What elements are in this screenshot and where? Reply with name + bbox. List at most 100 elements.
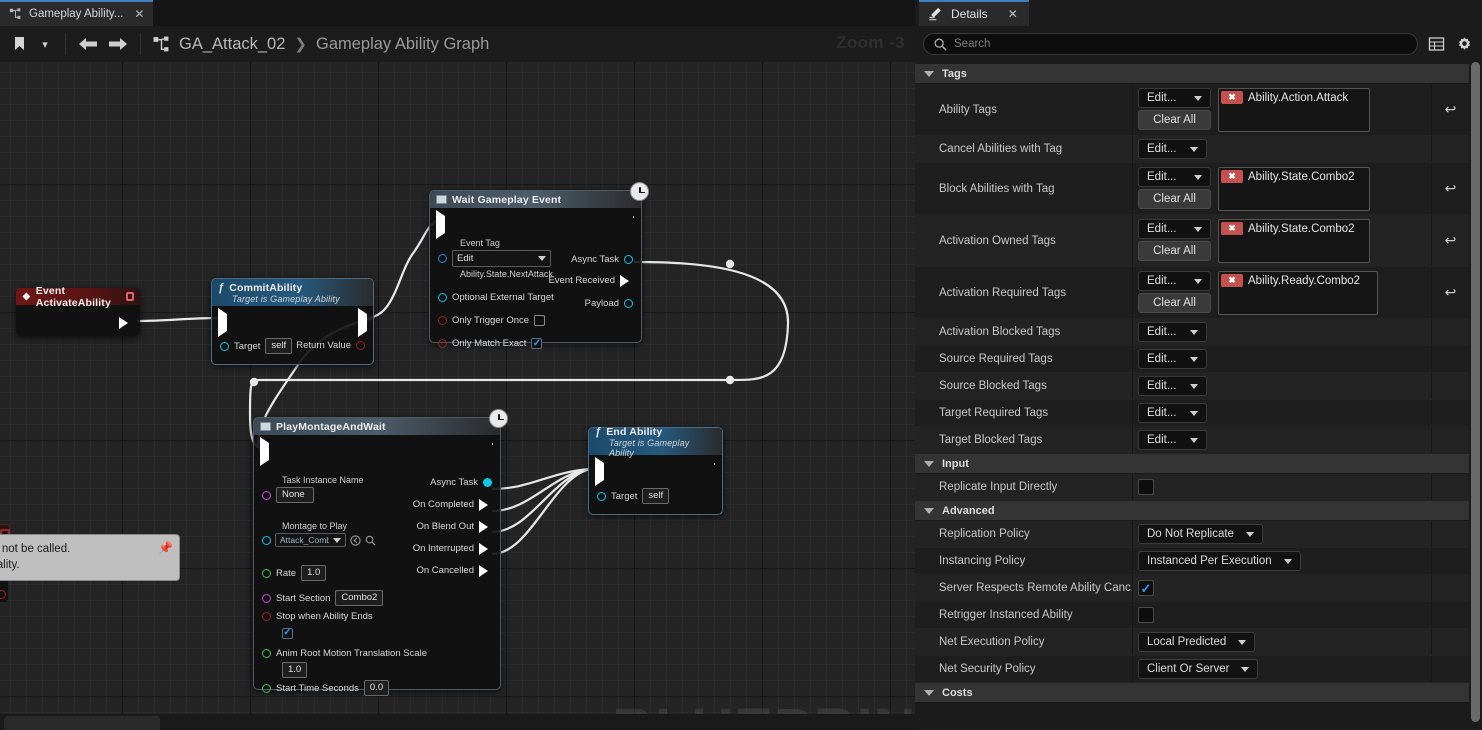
bool-pin-only-trigger-once[interactable] — [438, 316, 447, 325]
edit-dropdown-source-required-tags[interactable]: Edit... — [1138, 349, 1207, 369]
dropdown-instancing-policy[interactable]: Instanced Per Execution — [1138, 551, 1301, 571]
tab-close-icon[interactable]: ✕ — [134, 8, 144, 20]
rate-value-field[interactable]: 1.0 — [301, 565, 327, 581]
dropdown-net-security-policy[interactable]: Client Or Server — [1138, 659, 1259, 679]
edit-dropdown-activation-owned-tags[interactable]: Edit... — [1138, 219, 1211, 239]
struct-pin-payload[interactable] — [624, 299, 633, 308]
tag-chip[interactable]: ✖ Ability.Ready.Combo2 — [1221, 274, 1375, 287]
target-value-field[interactable]: self — [642, 488, 670, 504]
checkbox-server-respects-remote-ability-cancellation[interactable] — [1138, 580, 1154, 596]
exec-input-pin[interactable] — [595, 457, 604, 486]
object-pin-optional-external-target[interactable] — [438, 293, 447, 302]
clear-all-button-activation-required-tags[interactable]: Clear All — [1138, 293, 1211, 313]
target-value-field[interactable]: self — [265, 338, 293, 354]
bool-pin-return-value[interactable] — [356, 341, 365, 350]
bookmark-dropdown-button[interactable]: ▾ — [32, 30, 58, 58]
revert-button[interactable]: ↩ — [1431, 163, 1469, 214]
event-tag-edit-dropdown[interactable]: Edit — [452, 250, 551, 267]
edit-dropdown-source-blocked-tags[interactable]: Edit... — [1138, 376, 1207, 396]
edit-dropdown-activation-blocked-tags[interactable]: Edit... — [1138, 322, 1207, 342]
edit-dropdown-cancel-abilities-with-tag[interactable]: Edit... — [1138, 139, 1207, 159]
tab-gameplay-ability-graph[interactable]: Gameplay Ability... ✕ — [0, 0, 154, 26]
checkbox-replicate-input-directly[interactable] — [1138, 479, 1154, 495]
anim-root-motion-value-field[interactable]: 1.0 — [282, 662, 308, 678]
breadcrumb-graph[interactable]: Gameplay Ability Graph — [316, 35, 489, 54]
object-pin-montage-to-play[interactable] — [262, 535, 271, 545]
back-button[interactable] — [73, 30, 103, 58]
settings-button[interactable] — [1455, 35, 1474, 54]
object-pin-target[interactable] — [220, 341, 229, 351]
dropdown-replication-policy[interactable]: Do Not Replicate — [1138, 524, 1263, 544]
bookmark-button[interactable] — [6, 30, 32, 58]
remove-tag-icon[interactable]: ✖ — [1221, 91, 1243, 104]
edit-dropdown-target-blocked-tags[interactable]: Edit... — [1138, 430, 1207, 450]
status-bar-pill[interactable] — [4, 716, 160, 730]
event-delegate-pin[interactable] — [125, 292, 134, 301]
exec-output-pin-on-completed[interactable] — [479, 498, 488, 511]
exec-output-pin-on-interrupted[interactable] — [479, 542, 488, 555]
exec-output-pin[interactable] — [119, 316, 128, 329]
exec-output-pin-event-received[interactable] — [620, 274, 629, 287]
checkbox-stop-when-ability-ends[interactable] — [282, 627, 293, 639]
start-section-value-field[interactable]: Combo2 — [335, 590, 384, 606]
edit-dropdown-target-required-tags[interactable]: Edit... — [1138, 403, 1207, 423]
checkbox-only-match-exact[interactable] — [531, 338, 543, 349]
tag-chip[interactable]: ✖ Ability.State.Combo2 — [1221, 222, 1367, 235]
checkbox-only-trigger-once[interactable] — [534, 315, 546, 326]
breadcrumb-asset[interactable]: GA_Attack_02 — [179, 35, 285, 54]
name-pin-start-section[interactable] — [262, 593, 271, 603]
dropdown-net-execution-policy[interactable]: Local Predicted — [1138, 632, 1256, 652]
exec-output-pin-on-blend-out[interactable] — [479, 520, 488, 533]
tag-list-ability-tags[interactable]: ✖ Ability.Action.Attack — [1218, 88, 1370, 132]
details-tab-close-icon[interactable]: ✕ — [1008, 7, 1018, 21]
browse-asset-icon[interactable] — [365, 535, 376, 546]
start-time-value-field[interactable]: 0.0 — [363, 680, 390, 696]
exec-input-pin[interactable] — [260, 437, 269, 466]
remove-tag-icon[interactable]: ✖ — [1221, 222, 1243, 235]
exec-output-pin[interactable] — [358, 308, 367, 337]
bool-pin-only-match-exact[interactable] — [438, 339, 447, 348]
forward-button[interactable] — [103, 30, 133, 58]
category-header-tags[interactable]: Tags — [915, 64, 1469, 84]
revert-button[interactable]: ↩ — [1431, 84, 1469, 135]
category-header-input[interactable]: Input — [915, 454, 1469, 474]
object-pin-target[interactable] — [597, 491, 606, 501]
float-pin-anim-root-motion[interactable] — [262, 649, 271, 658]
name-pin-task-instance-name[interactable] — [262, 490, 271, 500]
clear-all-button-block-abilities-with-tag[interactable]: Clear All — [1138, 189, 1211, 209]
tag-list-activation-owned-tags[interactable]: ✖ Ability.State.Combo2 — [1218, 219, 1370, 263]
revert-button[interactable]: ↩ — [1431, 267, 1469, 318]
graph-canvas[interactable]: BLUEPRINT — [0, 62, 915, 714]
remove-tag-icon[interactable]: ✖ — [1221, 274, 1243, 287]
category-header-costs[interactable]: Costs — [915, 683, 1469, 703]
object-pin-async-task[interactable] — [624, 255, 633, 264]
tag-chip[interactable]: ✖ Ability.Action.Attack — [1221, 91, 1367, 104]
checkbox-retrigger-instanced-ability[interactable] — [1138, 607, 1154, 623]
node-wait-gameplay-event[interactable]: Wait Gameplay Event Event Tag Edit Abili… — [429, 182, 649, 349]
tag-list-block-abilities-with-tag[interactable]: ✖ Ability.State.Combo2 — [1218, 167, 1370, 211]
node-play-montage-and-wait[interactable]: PlayMontageAndWait Task Instance Name No… — [253, 409, 508, 696]
bool-pin-stop-when-ability-ends[interactable] — [262, 612, 271, 621]
gameplay-tag-pin-event-tag[interactable] — [438, 254, 447, 263]
clear-all-button-activation-owned-tags[interactable]: Clear All — [1138, 241, 1211, 261]
task-instance-name-field[interactable]: None — [276, 487, 314, 503]
tag-list-activation-required-tags[interactable]: ✖ Ability.Ready.Combo2 — [1218, 271, 1378, 315]
exec-input-pin[interactable] — [218, 308, 227, 337]
revert-button[interactable]: ↩ — [1431, 215, 1469, 266]
float-pin-start-time-seconds[interactable] — [262, 683, 271, 693]
property-list[interactable]: Tags Ability Tags Edit... Clear All ✖ Ab… — [915, 64, 1469, 730]
edit-dropdown-ability-tags[interactable]: Edit... — [1138, 88, 1211, 108]
search-input[interactable]: Search — [923, 33, 1418, 55]
node-commit-ability[interactable]: ƒ CommitAbility Target is Gameplay Abili… — [211, 278, 374, 365]
tag-chip[interactable]: ✖ Ability.State.Combo2 — [1221, 170, 1367, 183]
exec-output-pin-on-cancelled[interactable] — [479, 564, 488, 577]
float-pin-rate[interactable] — [262, 568, 271, 578]
use-selected-asset-icon[interactable] — [350, 534, 361, 546]
node-event-activate-ability[interactable]: Event ActivateAbility — [16, 285, 140, 336]
montage-to-play-dropdown[interactable]: Attack_Combo_M — [275, 533, 346, 547]
node-end-ability[interactable]: ƒ End Ability Target is Gameplay Ability… — [588, 426, 723, 515]
remove-tag-icon[interactable]: ✖ — [1221, 170, 1243, 183]
edit-dropdown-activation-required-tags[interactable]: Edit... — [1138, 271, 1211, 291]
object-pin-async-task[interactable] — [483, 478, 492, 487]
grid-view-button[interactable] — [1427, 35, 1446, 54]
